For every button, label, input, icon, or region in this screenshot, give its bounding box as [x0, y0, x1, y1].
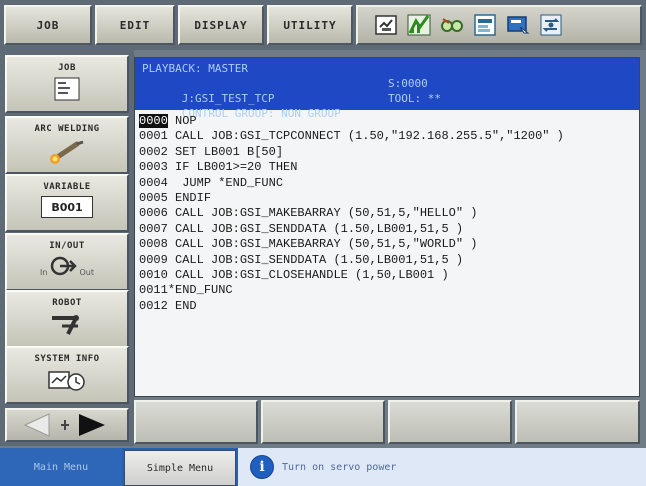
arrow-right-icon [51, 256, 78, 276]
line-number: 0003 [139, 160, 168, 175]
menu-job-label: JOB [58, 63, 76, 73]
program-line[interactable]: 0009 CALL JOB:GSI_SENDDATA (1.50,LB001,5… [139, 253, 635, 268]
screen-icon [507, 16, 530, 34]
line-number: 0001 [139, 129, 168, 144]
cycle-icon [540, 14, 562, 36]
line-number: 0009 [139, 252, 168, 267]
playback-mode-text: PLAYBACK: MASTER [142, 62, 248, 75]
job-header: PLAYBACK: MASTER J:GSI_TEST_TCP S:0000 C… [135, 58, 639, 120]
function-button-2[interactable] [261, 400, 385, 444]
line-number: 0011 [139, 283, 168, 298]
function-button-4[interactable] [515, 400, 640, 444]
line-code: ENDIF [167, 190, 212, 205]
program-line[interactable]: 0008 CALL JOB:GSI_MAKEBARRAY (50,51,5,"W… [139, 237, 635, 252]
function-button-1[interactable] [134, 400, 258, 444]
main-menu-button[interactable]: Main Menu [0, 448, 122, 486]
tab-display[interactable]: DISPLAY [178, 5, 264, 45]
variable-box-icon: B001 [41, 196, 93, 218]
program-line[interactable]: 0003 IF LB001>=20 THEN [139, 160, 635, 175]
line-code: CALL JOB:GSI_CLOSEHANDLE (1,50,LB001 ) [167, 267, 449, 282]
in-out-icon: In Out [40, 255, 94, 277]
menu-robot-button[interactable]: ROBOT [5, 290, 129, 348]
line-code: NOP [167, 114, 197, 128]
robot-arm-icon [52, 315, 79, 335]
status-message: Turn on servo power [282, 461, 397, 473]
line-code: CALL JOB:GSI_MAKEBARRAY (50,51,5,"WORLD"… [167, 237, 478, 252]
program-line[interactable]: 0000 NOP [139, 114, 635, 129]
line-number: 0006 [139, 206, 168, 221]
program-line[interactable]: 0012 END [139, 299, 635, 314]
line-code: END [167, 298, 197, 313]
line-code: *END_FUNC [167, 283, 233, 298]
step-number: S:0000 [388, 77, 428, 90]
menu-variable-button[interactable]: VARIABLE B001 [5, 174, 129, 232]
menu-in-out-button[interactable]: IN/OUT In Out [5, 233, 129, 291]
welding-torch-icon [50, 140, 84, 164]
line-number: 0004 [139, 175, 168, 190]
line-number: 0002 [139, 144, 168, 159]
status-icon-area [356, 5, 642, 45]
signal-icon [407, 14, 431, 36]
line-number-selected: 0000 [139, 114, 168, 128]
tab-utility[interactable]: UTILITY [267, 5, 353, 45]
line-code: CALL JOB:GSI_MAKEBARRAY (50,51,5,"HELLO"… [167, 206, 478, 221]
line-number: 0005 [139, 190, 168, 205]
tab-job[interactable]: JOB [4, 5, 92, 45]
program-line[interactable]: 0002 SET LB001 B[50] [139, 145, 635, 160]
program-line[interactable]: 0004 JUMP *END_FUNC [139, 176, 635, 191]
line-code: CALL JOB:GSI_SENDDATA (1.50,LB001,51,5 ) [167, 252, 464, 267]
menu-variable-label: VARIABLE [43, 182, 91, 192]
function-button-3[interactable] [388, 400, 512, 444]
page-navigation-arrows [5, 408, 129, 442]
line-code: IF LB001>=20 THEN [167, 160, 298, 175]
in-label: In [40, 268, 48, 277]
glasses-icon [441, 18, 463, 32]
line-code: CALL JOB:GSI_SENDDATA (1.50,LB001,51,5 ) [167, 221, 464, 236]
tool-text: TOOL: ** [388, 92, 441, 105]
out-label: Out [79, 268, 94, 277]
menu-arc-welding-label: ARC WELDING [34, 124, 100, 134]
arrow-left-icon[interactable] [23, 413, 50, 437]
job-program-listing[interactable]: 0000 NOP 0001 CALL JOB:GSI_TCPCONNECT (1… [135, 111, 639, 396]
program-line[interactable]: 0006 CALL JOB:GSI_MAKEBARRAY (50,51,5,"H… [139, 206, 635, 221]
line-code: JUMP *END_FUNC [167, 175, 284, 190]
line-number: 0008 [139, 237, 168, 252]
info-icon: i [250, 455, 274, 479]
manual-mode-icon [375, 15, 397, 35]
job-content-panel: PLAYBACK: MASTER J:GSI_TEST_TCP S:0000 C… [134, 57, 640, 397]
program-line[interactable]: 0007 CALL JOB:GSI_SENDDATA (1.50,LB001,5… [139, 222, 635, 237]
job-sheet-icon [54, 77, 80, 101]
program-line[interactable]: 0005 ENDIF [139, 191, 635, 206]
teach-icon [474, 14, 496, 36]
menu-job-button[interactable]: JOB [5, 55, 129, 113]
line-code: SET LB001 B[50] [167, 144, 284, 159]
line-number: 0012 [139, 298, 168, 313]
simple-menu-button[interactable]: Simple Menu [124, 450, 236, 486]
message-area: i Turn on servo power [238, 448, 646, 486]
menu-in-out-label: IN/OUT [49, 241, 85, 251]
arrow-right-icon[interactable] [79, 414, 105, 436]
program-line[interactable]: 0011*END_FUNC [139, 283, 635, 298]
menu-system-info-label: SYSTEM INFO [34, 354, 100, 364]
system-info-icon [48, 371, 85, 391]
tab-edit[interactable]: EDIT [95, 5, 175, 45]
menu-robot-label: ROBOT [52, 298, 82, 308]
program-line[interactable]: 0010 CALL JOB:GSI_CLOSEHANDLE (1,50,LB00… [139, 268, 635, 283]
function-button-bar [134, 400, 640, 444]
menu-system-info-button[interactable]: SYSTEM INFO [5, 346, 129, 404]
line-code: CALL JOB:GSI_TCPCONNECT (1.50,"192.168.2… [167, 129, 564, 144]
line-number: 0010 [139, 267, 168, 282]
menu-arc-welding-button[interactable]: ARC WELDING [5, 116, 129, 174]
program-line[interactable]: 0001 CALL JOB:GSI_TCPCONNECT (1.50,"192.… [139, 129, 635, 144]
line-number: 0007 [139, 221, 168, 236]
